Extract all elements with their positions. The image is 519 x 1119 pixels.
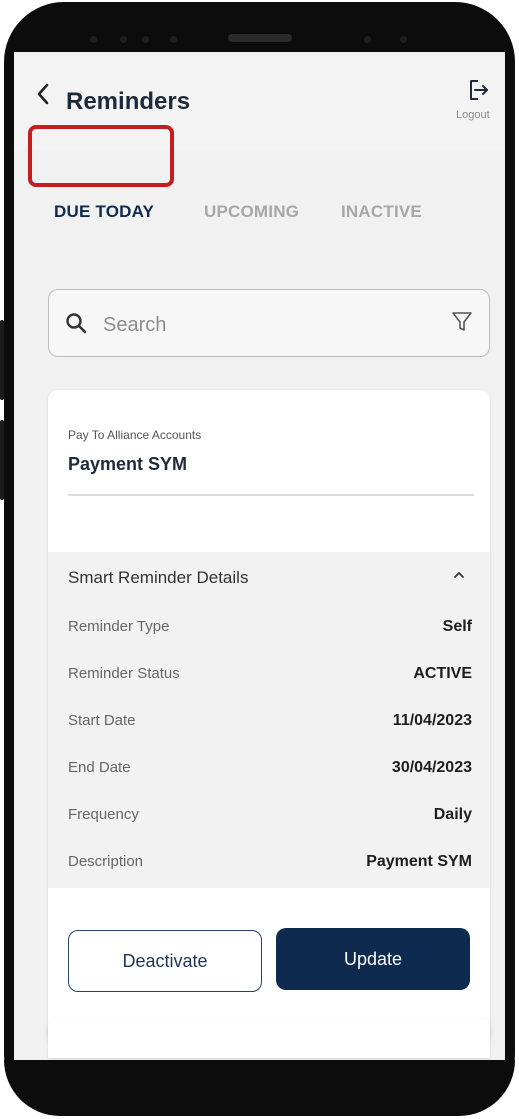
app-screen: Reminders Logout DUE TODAY UPCOMING INAC…	[14, 52, 505, 1060]
start-date-value: 11/04/2023	[392, 712, 472, 729]
reminder-type-value: Self	[442, 618, 472, 635]
volume-button	[0, 320, 4, 400]
reminder-type-label: Reminder Type	[68, 618, 170, 635]
reminder-card: Pay To Alliance Accounts Payment SYM Sma…	[48, 390, 490, 1045]
tab-highlight-box	[28, 125, 174, 187]
reminder-status-value: ACTIVE	[413, 665, 472, 682]
next-reminder-card	[48, 1018, 490, 1058]
description-value: Payment SYM	[366, 853, 472, 870]
tab-upcoming[interactable]: UPCOMING	[204, 202, 299, 222]
tab-due-today[interactable]: DUE TODAY	[54, 202, 154, 222]
logout-button[interactable]	[466, 78, 490, 102]
end-date-value: 30/04/2023	[391, 759, 472, 776]
update-button[interactable]: Update	[276, 928, 470, 990]
logout-label: Logout	[456, 109, 490, 121]
search-input[interactable]	[101, 306, 435, 344]
tab-inactive[interactable]: INACTIVE	[341, 202, 422, 222]
payee-category: Pay To Alliance Accounts	[68, 428, 202, 442]
page-title: Reminders	[66, 88, 191, 115]
filter-icon[interactable]	[451, 310, 473, 334]
phone-bottom-bezel	[4, 1060, 515, 1116]
search-icon	[66, 313, 87, 334]
search-bar	[48, 289, 490, 357]
start-date-label: Start Date	[68, 712, 136, 729]
description-label: Description	[68, 853, 144, 870]
logout-icon	[470, 80, 488, 100]
deactivate-button[interactable]: Deactivate	[68, 930, 262, 992]
back-button[interactable]	[36, 82, 50, 110]
chevron-left-icon	[37, 83, 49, 105]
reminder-name: Payment SYM	[68, 454, 188, 474]
divider	[68, 494, 474, 496]
speaker-grille	[228, 34, 292, 42]
reminder-status-label: Reminder Status	[68, 665, 180, 682]
details-title: Smart Reminder Details	[68, 568, 249, 587]
smart-reminder-details: Smart Reminder Details Reminder Type Sel…	[48, 552, 490, 888]
frequency-value: Daily	[433, 806, 472, 823]
frequency-label: Frequency	[68, 806, 139, 823]
phone-mockup: Reminders Logout DUE TODAY UPCOMING INAC…	[0, 0, 519, 1119]
chevron-up-icon[interactable]	[452, 568, 466, 582]
volume-button	[0, 420, 4, 500]
end-date-label: End Date	[68, 759, 131, 776]
